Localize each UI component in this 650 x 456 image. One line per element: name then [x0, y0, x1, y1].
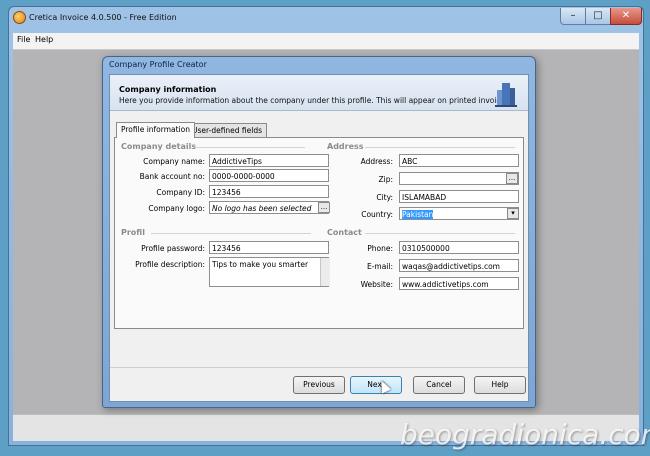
website-input[interactable]: www.addictivetips.com [399, 277, 519, 290]
window-title: Cretica Invoice 4.0.500 - Free Edition [29, 13, 177, 22]
profile-header: Profil [121, 228, 145, 237]
city-input[interactable]: ISLAMABAD [399, 190, 519, 203]
website-label: Website: [360, 280, 393, 289]
zip-input[interactable] [399, 172, 519, 185]
company-details-header: Company details [121, 142, 197, 151]
menu-help[interactable]: Help [35, 35, 53, 44]
email-input[interactable]: waqas@addictivetips.com [399, 259, 519, 272]
chevron-down-icon[interactable]: ▾ [507, 208, 519, 219]
banner-text: Here you provide information about the c… [119, 96, 512, 105]
company-logo-label: Company logo: [148, 204, 205, 213]
maximize-button[interactable]: □ [585, 8, 611, 25]
previous-button[interactable]: Previous [293, 376, 345, 394]
tab-profile-information[interactable]: Profile information [116, 122, 195, 138]
phone-input[interactable]: 0310500000 [399, 241, 519, 254]
zip-browse-button[interactable]: ... [506, 173, 518, 184]
dialog-body: Company information Here you provide inf… [109, 74, 529, 402]
info-banner: Company information Here you provide inf… [110, 75, 528, 111]
contact-header: Contact [327, 228, 362, 237]
profile-password-label: Profile password: [141, 244, 205, 253]
address-header: Address [327, 142, 364, 151]
watermark: beogradionica.com [400, 418, 650, 451]
phone-label: Phone: [367, 244, 393, 253]
bank-account-label: Bank account no: [139, 172, 205, 181]
menu-bar: File Help [13, 33, 639, 50]
profile-information-panel: Company details Company name: AddictiveT… [114, 137, 524, 329]
address-input[interactable]: ABC [399, 154, 519, 167]
next-button[interactable]: Next [350, 376, 402, 394]
company-id-label: Company ID: [156, 188, 205, 197]
divider [151, 233, 311, 234]
country-selected-value: Pakistan [402, 210, 434, 219]
close-button[interactable]: ✕ [610, 8, 642, 25]
country-label: Country: [361, 210, 393, 219]
address-label: Address: [360, 157, 393, 166]
company-profile-dialog: Company Profile Creator Company informat… [102, 56, 536, 408]
email-label: E-mail: [366, 262, 393, 271]
country-select[interactable]: Pakistan [399, 207, 519, 220]
menu-file[interactable]: File [17, 35, 30, 44]
divider [365, 147, 515, 148]
minimize-button[interactable]: – [560, 8, 586, 25]
divider [365, 233, 515, 234]
app-icon [13, 11, 26, 24]
profile-description-text: Tips to make you smarter [212, 260, 309, 269]
dialog-title: Company Profile Creator [109, 60, 207, 69]
company-name-label: Company name: [143, 157, 205, 166]
banner-title: Company information [119, 85, 217, 94]
profile-description-label: Profile description: [135, 260, 205, 269]
cancel-button[interactable]: Cancel [413, 376, 465, 394]
zip-label: Zip: [378, 175, 393, 184]
tab-user-defined-fields[interactable]: User-defined fields [187, 123, 268, 138]
divider [195, 147, 305, 148]
building-icon [495, 83, 517, 107]
divider [110, 367, 528, 368]
city-label: City: [376, 193, 393, 202]
help-button[interactable]: Help [474, 376, 526, 394]
